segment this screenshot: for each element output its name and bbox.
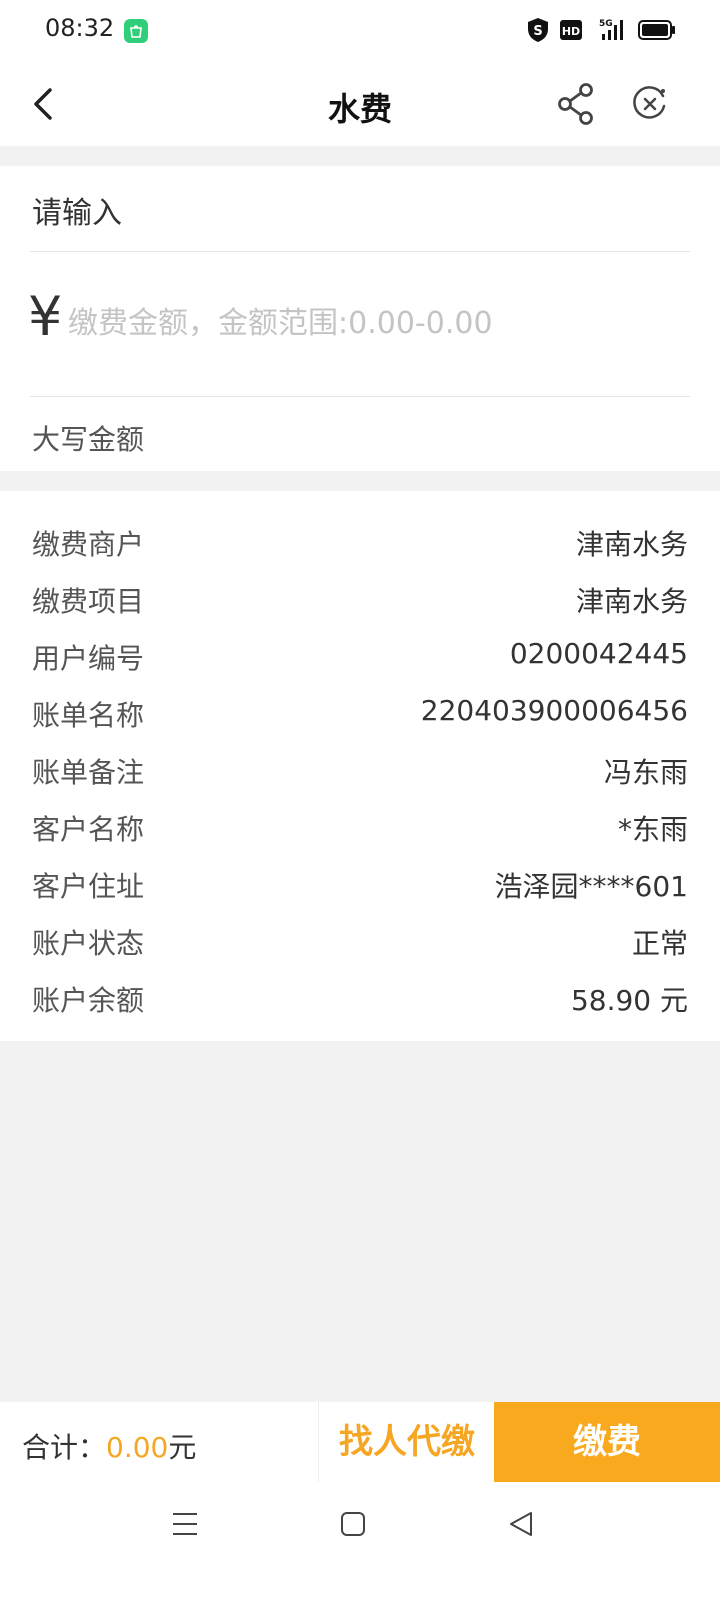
info-label: 客户名称	[32, 813, 145, 846]
hd-icon: HD	[560, 20, 582, 44]
info-value: 浩泽园****601	[494, 870, 688, 903]
info-value: 正常	[631, 927, 688, 960]
info-label: 账单备注	[32, 756, 145, 789]
info-value: 0200042445	[509, 637, 688, 670]
svg-text:S: S	[533, 24, 542, 39]
close-icon[interactable]	[630, 84, 670, 124]
divider	[30, 251, 690, 252]
info-label: 缴费商户	[32, 528, 145, 561]
back-triangle-icon[interactable]	[508, 1510, 534, 1542]
bill-info-card: 缴费商户 津南水务 缴费项目 津南水务 用户编号 0200042445 账单名称…	[0, 491, 720, 1041]
info-label: 用户编号	[32, 642, 145, 675]
proxy-pay-button[interactable]: 找人代缴	[320, 1402, 494, 1482]
info-row-account-status: 账户状态 正常	[0, 912, 720, 968]
info-value: 津南水务	[575, 585, 688, 618]
menu-icon[interactable]	[172, 1510, 198, 1542]
total-display: 合计：0.00元	[22, 1426, 196, 1466]
divider	[318, 1402, 319, 1482]
screen: 08:32 S HD 5G 水费 请输入 ¥ 缴费金额，金额范围:0.00-0.…	[0, 0, 720, 1600]
info-row-account-balance: 账户余额 58.90 元	[0, 969, 720, 1025]
total-prefix: 合计：	[22, 1431, 107, 1464]
info-value: 220403900006456	[420, 694, 688, 727]
info-value: 津南水务	[575, 528, 688, 561]
info-row-merchant: 缴费商户 津南水务	[0, 513, 720, 569]
info-row-bill-note: 账单备注 冯东雨	[0, 741, 720, 797]
svg-text:5G: 5G	[599, 19, 613, 29]
info-label: 账户余额	[32, 984, 145, 1017]
info-value: 冯东雨	[603, 756, 688, 789]
info-label: 账单名称	[32, 699, 145, 732]
system-nav-bar	[0, 1482, 720, 1600]
share-icon[interactable]	[556, 82, 596, 126]
status-time: 08:32	[45, 14, 115, 42]
info-label: 缴费项目	[32, 585, 145, 618]
info-row-customer-address: 客户住址 浩泽园****601	[0, 855, 720, 911]
currency-symbol: ¥	[28, 285, 63, 348]
bottom-action-bar: 合计：0.00元 找人代缴 缴费	[0, 1402, 720, 1482]
shield-icon: S	[526, 17, 550, 47]
info-row-bill-name: 账单名称 220403900006456	[0, 684, 720, 740]
total-unit: 元	[168, 1431, 197, 1464]
info-value: 58.90 元	[570, 984, 688, 1017]
status-bar: 08:32 S HD 5G	[0, 0, 720, 64]
5g-signal-icon: 5G	[592, 17, 628, 47]
info-row-user-id: 用户编号 0200042445	[0, 627, 720, 683]
info-label: 客户住址	[32, 870, 145, 903]
total-amount: 0.00	[106, 1431, 169, 1464]
divider	[30, 396, 690, 397]
svg-text:HD: HD	[562, 25, 580, 38]
amount-input[interactable]	[68, 300, 668, 346]
app-notification-icon	[124, 19, 148, 43]
pay-button[interactable]: 缴费	[494, 1402, 720, 1482]
input-title: 请输入	[32, 196, 122, 231]
home-icon[interactable]	[340, 1510, 366, 1542]
info-value: *东雨	[617, 813, 688, 846]
info-row-customer-name: 客户名称 *东雨	[0, 798, 720, 854]
nav-bar: 水费	[0, 64, 720, 146]
battery-icon	[638, 19, 676, 45]
info-row-item: 缴费项目 津南水务	[0, 570, 720, 626]
page-title: 水费	[327, 90, 392, 128]
info-label: 账户状态	[32, 927, 145, 960]
capital-amount-label: 大写金额	[32, 423, 145, 456]
status-icons: S HD 5G	[526, 18, 676, 46]
amount-card: 请输入 ¥ 大写金额	[0, 166, 720, 471]
